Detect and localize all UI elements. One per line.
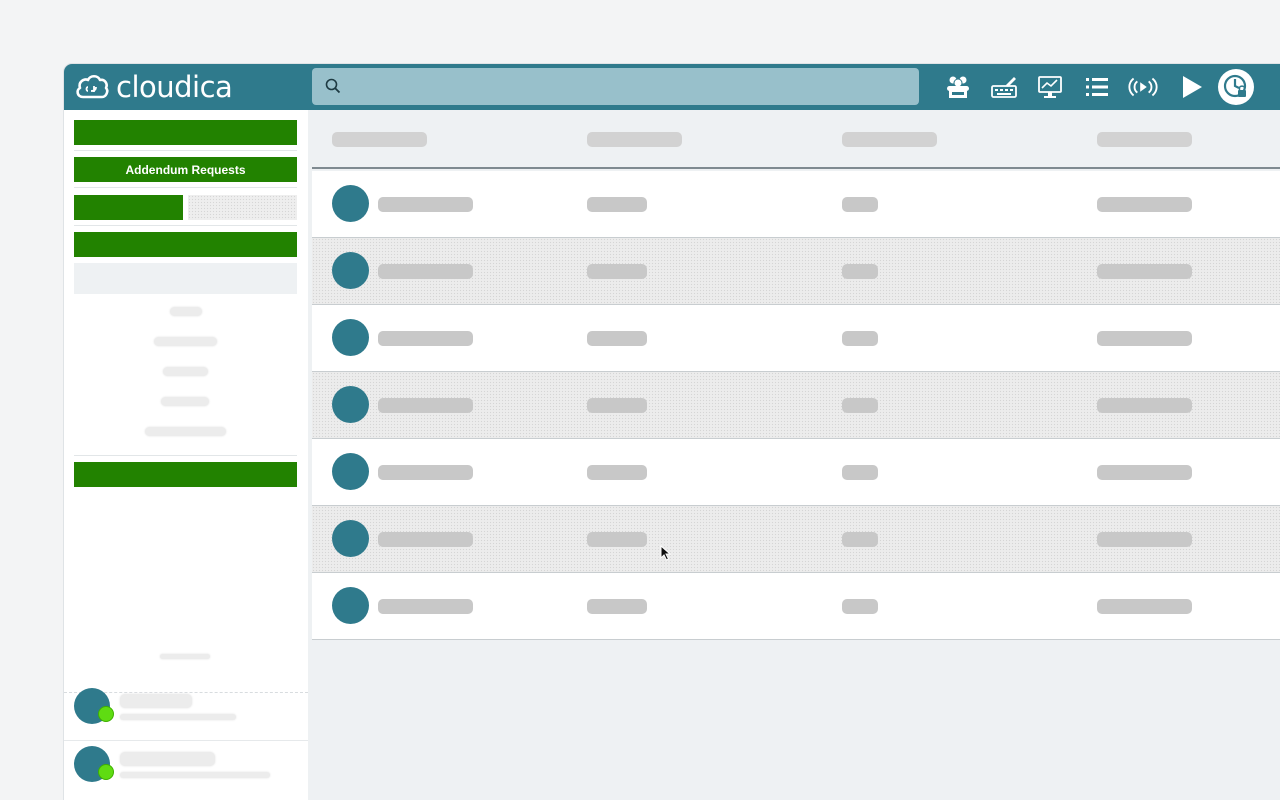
avatar [332, 587, 369, 624]
divider [74, 225, 297, 226]
table-cell [842, 599, 878, 614]
table-cell [587, 398, 647, 413]
clock-lock-icon[interactable] [1216, 67, 1256, 107]
search-bar[interactable] [312, 68, 919, 105]
sidebar-button-4[interactable] [74, 462, 297, 487]
table-cell [587, 264, 647, 279]
table-cell [378, 331, 473, 346]
sidebar-toggle-inactive[interactable] [188, 195, 297, 220]
table-cell [1097, 264, 1192, 279]
table-cell [378, 532, 473, 547]
table-cell [842, 398, 878, 413]
avatar [332, 252, 369, 289]
list-item[interactable] [64, 742, 308, 800]
avatar [332, 520, 369, 557]
sidebar-menu-item[interactable] [163, 367, 208, 376]
table-cell [378, 465, 473, 480]
users-icon[interactable] [942, 71, 974, 103]
table-row[interactable] [312, 238, 1280, 305]
sidebar-menu-item[interactable] [145, 427, 226, 436]
table-cell [587, 331, 647, 346]
online-status-dot [98, 706, 114, 722]
table-row[interactable] [312, 305, 1280, 372]
table-cell [842, 264, 878, 279]
user-name [120, 694, 192, 708]
table-cell [378, 599, 473, 614]
top-bar: cloudica [64, 64, 1280, 110]
table-cell [587, 465, 647, 480]
play-icon[interactable] [1175, 71, 1207, 103]
user-name [120, 752, 215, 766]
avatar [332, 319, 369, 356]
sidebar-section-label [160, 654, 210, 659]
app-window: cloudica Addendum Requests [64, 64, 1280, 800]
table-row[interactable] [312, 573, 1280, 640]
table-cell [378, 264, 473, 279]
broadcast-icon[interactable] [1127, 71, 1159, 103]
table-cell [842, 197, 878, 212]
table-cell [378, 398, 473, 413]
column-header[interactable] [1097, 132, 1192, 147]
logo[interactable]: cloudica [74, 69, 233, 105]
brand-name: cloudica [116, 70, 233, 104]
sidebar-filter-box[interactable] [74, 263, 297, 294]
online-status-dot [98, 764, 114, 780]
main-table [312, 110, 1280, 800]
table-row[interactable] [312, 171, 1280, 238]
column-header[interactable] [332, 132, 427, 147]
divider [74, 187, 297, 188]
avatar [332, 386, 369, 423]
divider [74, 455, 297, 456]
table-row[interactable] [312, 506, 1280, 573]
table-cell [1097, 465, 1192, 480]
user-subtitle [120, 714, 236, 720]
table-cell [1097, 398, 1192, 413]
sidebar-button-3[interactable] [74, 232, 297, 257]
monitor-icon[interactable] [1034, 71, 1066, 103]
divider [74, 150, 297, 151]
column-header[interactable] [587, 132, 682, 147]
sidebar-menu-item[interactable] [161, 397, 209, 406]
table-cell [1097, 599, 1192, 614]
avatar [332, 453, 369, 490]
table-header [312, 110, 1280, 169]
table-cell [587, 599, 647, 614]
table-cell [1097, 197, 1192, 212]
sidebar: Addendum Requests [64, 110, 308, 800]
sidebar-menu-item[interactable] [170, 307, 202, 316]
search-icon [325, 78, 341, 94]
user-subtitle [120, 772, 270, 778]
table-row[interactable] [312, 372, 1280, 439]
sidebar-toggle-active[interactable] [74, 195, 183, 220]
table-row[interactable] [312, 439, 1280, 506]
table-cell [378, 197, 473, 212]
cloud-logo-icon [76, 74, 109, 99]
table-cell [842, 331, 878, 346]
table-cell [1097, 331, 1192, 346]
table-cell [842, 465, 878, 480]
table-cell [1097, 532, 1192, 547]
mouse-cursor-icon [660, 545, 671, 561]
sidebar-menu-item[interactable] [154, 337, 217, 346]
sidebar-button-1[interactable] [74, 120, 297, 145]
list-item[interactable] [64, 684, 308, 741]
avatar [332, 185, 369, 222]
table-cell [842, 532, 878, 547]
addendum-requests-button[interactable]: Addendum Requests [74, 157, 297, 182]
table-cell [587, 532, 647, 547]
table-cell [587, 197, 647, 212]
column-header[interactable] [842, 132, 937, 147]
search-input[interactable] [346, 68, 906, 105]
list-icon[interactable] [1081, 71, 1113, 103]
keyboard-icon[interactable] [988, 71, 1020, 103]
